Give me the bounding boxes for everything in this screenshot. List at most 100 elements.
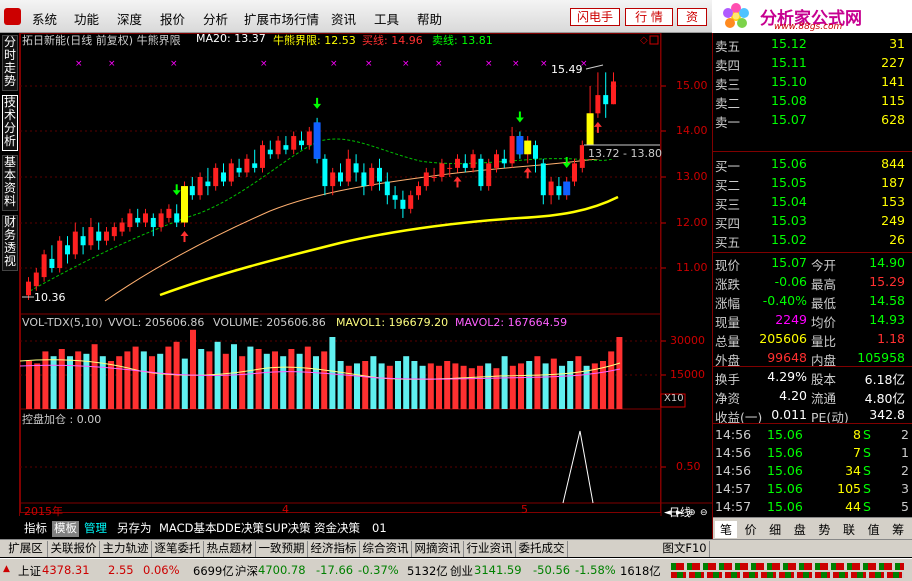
candlestick[interactable] <box>72 222 78 259</box>
candlestick[interactable] <box>166 204 172 223</box>
candlestick[interactable] <box>150 213 156 237</box>
candlestick[interactable] <box>439 158 445 182</box>
tab-dde[interactable]: DDE决策 <box>214 521 266 537</box>
candlestick[interactable] <box>88 217 94 250</box>
candlestick[interactable] <box>119 217 125 237</box>
func-button-8[interactable]: 网摘资讯 <box>412 541 464 557</box>
candlestick[interactable] <box>556 177 562 200</box>
candlestick[interactable] <box>392 186 398 209</box>
candlestick[interactable] <box>486 158 492 191</box>
candlestick[interactable] <box>572 158 577 187</box>
candlestick[interactable] <box>104 227 109 246</box>
candlestick[interactable] <box>470 149 476 173</box>
candlestick[interactable] <box>174 204 180 228</box>
right-tab-2[interactable]: 细 <box>764 521 786 538</box>
candlestick[interactable] <box>80 227 86 255</box>
candlestick[interactable] <box>455 154 460 173</box>
candlestick[interactable] <box>236 158 242 177</box>
ask-row[interactable]: 卖二 15.08 115 <box>713 92 912 111</box>
candlestick[interactable] <box>41 249 47 282</box>
candlestick[interactable] <box>345 149 351 187</box>
candlestick[interactable] <box>431 167 437 182</box>
menu-news[interactable]: 资讯 <box>331 9 356 28</box>
candlestick[interactable] <box>205 167 211 196</box>
candlestick[interactable] <box>533 140 538 173</box>
candlestick[interactable] <box>540 158 546 205</box>
candlestick[interactable] <box>213 163 219 191</box>
candlestick[interactable] <box>509 126 515 168</box>
candlestick[interactable] <box>267 140 273 159</box>
candlestick[interactable] <box>416 181 421 200</box>
func-button-2[interactable]: 主力轨迹 <box>100 541 152 557</box>
candlestick[interactable] <box>462 154 468 173</box>
candlestick[interactable] <box>306 126 312 150</box>
ask-row[interactable]: 卖一 15.07 628 <box>713 111 912 130</box>
candlestick[interactable] <box>447 163 453 177</box>
func-button-11[interactable]: 图文F10 <box>660 541 710 557</box>
candlestick[interactable] <box>221 163 226 187</box>
candlestick[interactable] <box>127 208 133 232</box>
candlestick[interactable] <box>228 158 234 187</box>
func-button-0[interactable]: 扩展区 <box>4 541 48 557</box>
cy-index-label[interactable]: 创业 <box>450 563 473 579</box>
candlestick[interactable] <box>353 154 359 182</box>
candlestick[interactable] <box>26 277 31 300</box>
bid-row[interactable]: 买五 15.02 26 <box>713 231 912 250</box>
period-label[interactable]: 日线 <box>669 504 691 520</box>
chart-canvas[interactable]: × × × × × × × × × × × × 15.49 10.36 13.72 - 13.80 <box>20 33 712 516</box>
tab-capital[interactable]: 资金决策 <box>312 521 362 537</box>
candlestick[interactable] <box>369 163 375 191</box>
candlestick[interactable] <box>96 222 102 250</box>
candlestick[interactable] <box>423 167 429 191</box>
func-button-3[interactable]: 逐笔委托 <box>152 541 204 557</box>
menu-function[interactable]: 功能 <box>74 9 99 28</box>
sh-index-label[interactable]: 上证 <box>18 563 41 579</box>
candlestick[interactable] <box>377 158 382 191</box>
candlestick[interactable] <box>143 208 148 228</box>
candlestick[interactable] <box>244 154 250 177</box>
tab-template[interactable]: 模板 <box>52 521 79 537</box>
candlestick[interactable] <box>291 131 297 155</box>
ask-row[interactable]: 卖三 15.10 141 <box>713 73 912 92</box>
tab-sup[interactable]: SUP决策 <box>263 521 313 537</box>
candlestick[interactable] <box>65 236 70 264</box>
flash-trade-button[interactable]: 闪电手 <box>570 8 620 26</box>
tab-indicator[interactable]: 指标 <box>22 521 49 537</box>
candlestick[interactable] <box>260 140 265 173</box>
menu-system[interactable]: 系统 <box>32 9 57 28</box>
quote-button[interactable]: 行 情 <box>625 8 673 26</box>
candlestick[interactable] <box>33 268 39 291</box>
right-tab-0[interactable]: 笔 <box>715 521 737 538</box>
candlestick[interactable] <box>408 190 414 214</box>
candlestick[interactable] <box>330 167 336 196</box>
tab-manage[interactable]: 管理 <box>82 521 109 537</box>
tab-macd[interactable]: MACD基本 <box>157 521 218 537</box>
candlestick[interactable] <box>595 72 601 118</box>
side-tab-intraday[interactable]: 分时走势 <box>2 35 18 91</box>
tab-save-as[interactable]: 另存为 <box>115 521 154 537</box>
func-button-4[interactable]: 热点题材 <box>204 541 256 557</box>
candlestick[interactable] <box>478 154 484 191</box>
candlestick[interactable] <box>252 149 258 173</box>
bid-row[interactable]: 买三 15.04 153 <box>713 193 912 212</box>
menu-help[interactable]: 帮助 <box>417 9 442 28</box>
func-button-7[interactable]: 综合资讯 <box>360 541 412 557</box>
candlestick[interactable] <box>189 177 195 200</box>
candlestick[interactable] <box>283 136 289 155</box>
right-tab-6[interactable]: 值 <box>863 521 885 538</box>
side-tab-financials[interactable]: 财务透视 <box>2 215 18 271</box>
candlestick[interactable] <box>299 131 304 150</box>
bid-row[interactable]: 买二 15.05 187 <box>713 174 912 193</box>
candlestick[interactable] <box>400 190 406 218</box>
candlestick[interactable] <box>275 136 281 159</box>
candlestick[interactable] <box>135 208 141 228</box>
right-tab-3[interactable]: 盘 <box>789 521 811 538</box>
func-button-6[interactable]: 经济指标 <box>308 541 360 557</box>
candlestick[interactable] <box>361 163 367 196</box>
func-button-10[interactable]: 委托成交 <box>516 541 568 557</box>
candlestick[interactable] <box>501 149 507 168</box>
hs-index-label[interactable]: 沪深 <box>235 563 258 579</box>
menu-depth[interactable]: 深度 <box>117 9 142 28</box>
menu-analysis[interactable]: 分析 <box>203 9 228 28</box>
right-tab-7[interactable]: 筹 <box>887 521 909 538</box>
